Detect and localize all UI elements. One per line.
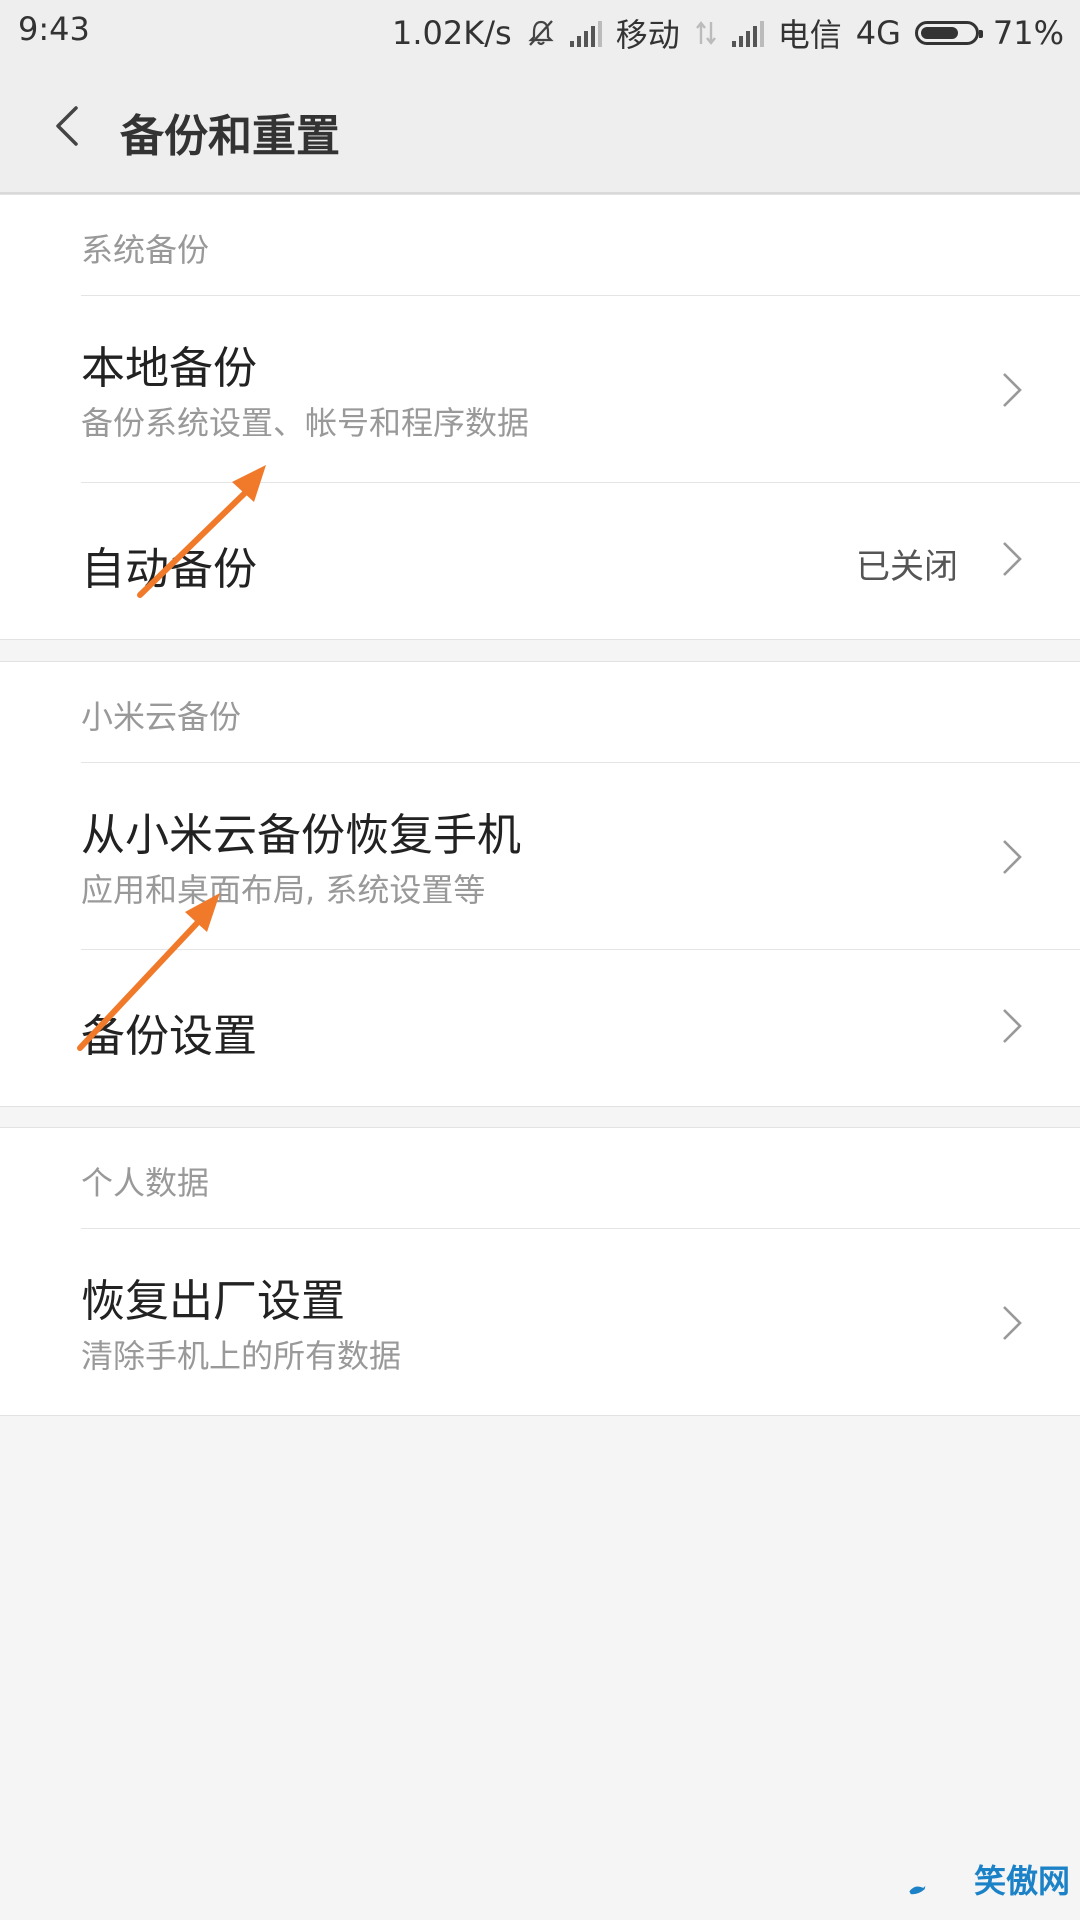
- shark-logo-icon: [909, 1885, 926, 1895]
- section-personal-data: 个人数据 恢复出厂设置 清除手机上的所有数据: [0, 1127, 1080, 1416]
- app-header: 备份和重置: [0, 62, 1080, 194]
- network-speed: 1.02K/s: [392, 14, 512, 52]
- restore-from-cloud-item[interactable]: 从小米云备份恢复手机 应用和桌面布局, 系统设置等: [0, 763, 1080, 949]
- carrier-2: 电信: [777, 16, 842, 54]
- network-type: 4G: [855, 14, 901, 52]
- section-title: 个人数据: [81, 1164, 210, 1202]
- backup-settings-item[interactable]: 备份设置: [0, 950, 1080, 1106]
- battery-icon: [914, 21, 983, 45]
- item-title: 恢复出厂设置: [81, 1276, 345, 1327]
- watermark-text: 笑傲网: [973, 1862, 1070, 1900]
- section-title: 小米云备份: [81, 698, 242, 736]
- section-title: 系统备份: [81, 231, 210, 269]
- battery-percent: 71%: [992, 14, 1064, 52]
- local-backup-item[interactable]: 本地备份 备份系统设置、帐号和程序数据: [0, 296, 1080, 482]
- chevron-right-icon: [1003, 1306, 1022, 1340]
- item-title: 自动备份: [81, 544, 257, 595]
- item-title: 备份设置: [81, 1011, 257, 1062]
- data-transfer-icon: [695, 21, 716, 45]
- auto-backup-status: 已关闭: [856, 547, 958, 587]
- item-subtitle: 清除手机上的所有数据: [81, 1337, 402, 1375]
- chevron-right-icon: [1003, 840, 1022, 874]
- factory-reset-item[interactable]: 恢复出厂设置 清除手机上的所有数据: [0, 1229, 1080, 1415]
- status-bar: 9:43 1.02K/s 移动 电信 4G 71%: [0, 0, 1080, 62]
- status-time: 9:43: [18, 10, 90, 48]
- back-button[interactable]: [40, 96, 100, 156]
- signal-strength-icon-2: [731, 19, 764, 47]
- chevron-left-icon: [56, 106, 78, 146]
- status-right: 1.02K/s 移动 电信 4G 71%: [392, 10, 1064, 56]
- section-system-backup: 系统备份 本地备份 备份系统设置、帐号和程序数据 自动备份 已关闭: [0, 194, 1080, 640]
- item-subtitle: 备份系统设置、帐号和程序数据: [81, 404, 530, 442]
- carrier-1: 移动: [615, 16, 680, 54]
- auto-backup-item[interactable]: 自动备份 已关闭: [0, 483, 1080, 639]
- silent-bell-icon: [528, 20, 554, 46]
- page-title: 备份和重置: [120, 111, 340, 162]
- signal-strength-icon: [569, 19, 602, 47]
- section-mi-cloud-backup: 小米云备份 从小米云备份恢复手机 应用和桌面布局, 系统设置等 备份设置: [0, 661, 1080, 1107]
- chevron-right-icon: [1003, 373, 1022, 407]
- item-subtitle: 应用和桌面布局, 系统设置等: [81, 871, 486, 909]
- item-title: 从小米云备份恢复手机: [81, 810, 521, 861]
- chevron-right-icon: [1003, 1009, 1022, 1043]
- item-title: 本地备份: [81, 343, 257, 394]
- chevron-right-icon: [1003, 542, 1022, 576]
